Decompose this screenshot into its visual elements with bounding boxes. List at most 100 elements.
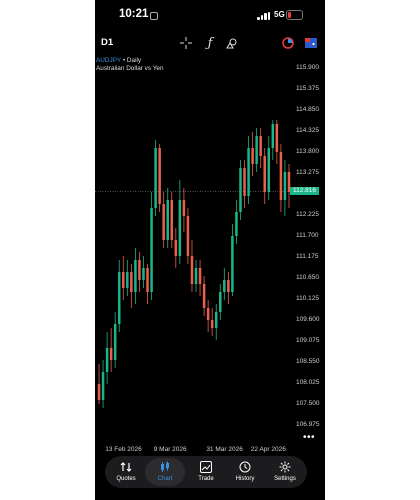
candle — [275, 120, 279, 164]
candle — [105, 332, 109, 384]
candle-body — [239, 168, 242, 212]
candle-body — [117, 272, 121, 324]
candle — [267, 136, 271, 200]
price-chart[interactable]: AUDJPY • Daily Australian Dollar vs Yen … — [95, 54, 325, 453]
candle-body — [251, 148, 254, 164]
candle-body — [263, 156, 266, 192]
objects-icon[interactable] — [223, 34, 241, 52]
candle-body — [219, 292, 222, 312]
candle — [239, 160, 242, 220]
tab-label-trade: Trade — [198, 476, 214, 482]
crosshair-icon[interactable] — [177, 34, 195, 52]
candle-body — [101, 372, 105, 400]
candle — [101, 360, 105, 408]
time-axis-label: 22 Apr 2026 — [250, 446, 286, 453]
candle-body — [158, 148, 161, 204]
more-options-icon[interactable]: ••• — [303, 432, 315, 443]
candle-body — [283, 172, 287, 200]
time-axis-label: 13 Feb 2026 — [105, 446, 142, 453]
candle — [178, 180, 182, 264]
price-axis-label: 113.275 — [296, 169, 320, 176]
candle — [263, 148, 266, 204]
tab-chart[interactable]: Chart — [145, 458, 185, 486]
tab-trade[interactable]: Trade — [187, 456, 225, 488]
symbol-description: Australian Dollar vs Yen — [96, 65, 164, 72]
candle-body — [243, 168, 246, 196]
time-axis-label: 31 Mar 2026 — [206, 446, 243, 453]
candle — [142, 256, 145, 288]
tab-quotes[interactable]: Quotes — [107, 456, 145, 488]
status-bar: 10:21 5G — [95, 0, 325, 30]
candle — [166, 188, 169, 248]
candle-body — [170, 200, 174, 240]
candle-body — [97, 384, 101, 400]
tab-label-quotes: Quotes — [116, 476, 136, 482]
candle — [271, 120, 275, 160]
tab-history[interactable]: History — [226, 456, 264, 488]
symbol-name: AUDJPY — [96, 57, 122, 64]
candle — [251, 132, 254, 176]
focus-icon — [150, 12, 158, 20]
candle-body — [271, 124, 275, 148]
candle — [117, 260, 121, 332]
candle — [150, 192, 153, 300]
price-axis-label: 110.650 — [296, 274, 320, 281]
candle — [113, 312, 117, 368]
timeframe-button[interactable]: D1 — [101, 37, 113, 48]
candle-body — [178, 200, 182, 256]
candle — [243, 160, 246, 208]
tab-label-settings: Settings — [274, 476, 296, 482]
timer-icon[interactable] — [279, 34, 297, 52]
tab-label-history: History — [235, 476, 255, 482]
candle — [219, 284, 222, 320]
bottom-tab-bar: Quotes Chart Trade History Settings — [105, 456, 307, 488]
candle — [198, 260, 202, 296]
candle-body — [174, 240, 178, 256]
candle-body — [223, 280, 226, 292]
price-axis-label: 106.975 — [296, 421, 320, 428]
candle-body — [275, 124, 279, 152]
flag-icon[interactable] — [302, 34, 320, 52]
candle-body — [162, 204, 165, 240]
candle — [158, 144, 161, 212]
candle — [255, 128, 258, 172]
candle — [146, 264, 149, 304]
candle — [122, 256, 125, 300]
price-axis-label: 110.125 — [296, 295, 320, 302]
chart-canvas[interactable] — [95, 54, 325, 446]
price-axis-label: 113.800 — [296, 148, 320, 155]
candle-body — [202, 284, 206, 308]
candle — [190, 240, 194, 292]
indicators-icon[interactable]: ƒ — [201, 34, 219, 52]
candle-body — [231, 236, 234, 292]
candle-body — [198, 268, 202, 284]
chart-icon — [159, 461, 171, 473]
candle — [283, 160, 287, 216]
price-axis-label: 109.600 — [296, 316, 320, 323]
candle — [154, 140, 157, 216]
price-axis-label: 111.700 — [296, 232, 319, 239]
price-axis-label: 114.850 — [296, 106, 320, 113]
current-price-tag: 112.816 — [290, 187, 320, 196]
candle-body — [255, 136, 258, 164]
candle-body — [134, 260, 137, 292]
phone-screen: 10:21 5G D1 ƒ AUDJPY • Daily Australian … — [95, 0, 325, 500]
symbol-label: AUDJPY • Daily — [96, 57, 142, 64]
candle — [214, 304, 218, 340]
candle-body — [146, 268, 149, 292]
candle-body — [105, 348, 109, 372]
tab-settings[interactable]: Settings — [266, 456, 304, 488]
candle-body — [138, 260, 141, 280]
network-label: 5G — [274, 10, 285, 19]
candle-body — [182, 200, 186, 216]
price-axis-label: 112.225 — [296, 211, 320, 218]
candle — [223, 268, 226, 300]
candle-body — [190, 256, 194, 284]
candle — [259, 128, 262, 168]
status-time: 10:21 — [119, 8, 149, 20]
candle — [182, 188, 186, 232]
trade-icon — [200, 461, 212, 473]
candle-body — [210, 320, 214, 328]
candle-body — [227, 280, 230, 292]
price-axis-label: 108.550 — [296, 358, 320, 365]
